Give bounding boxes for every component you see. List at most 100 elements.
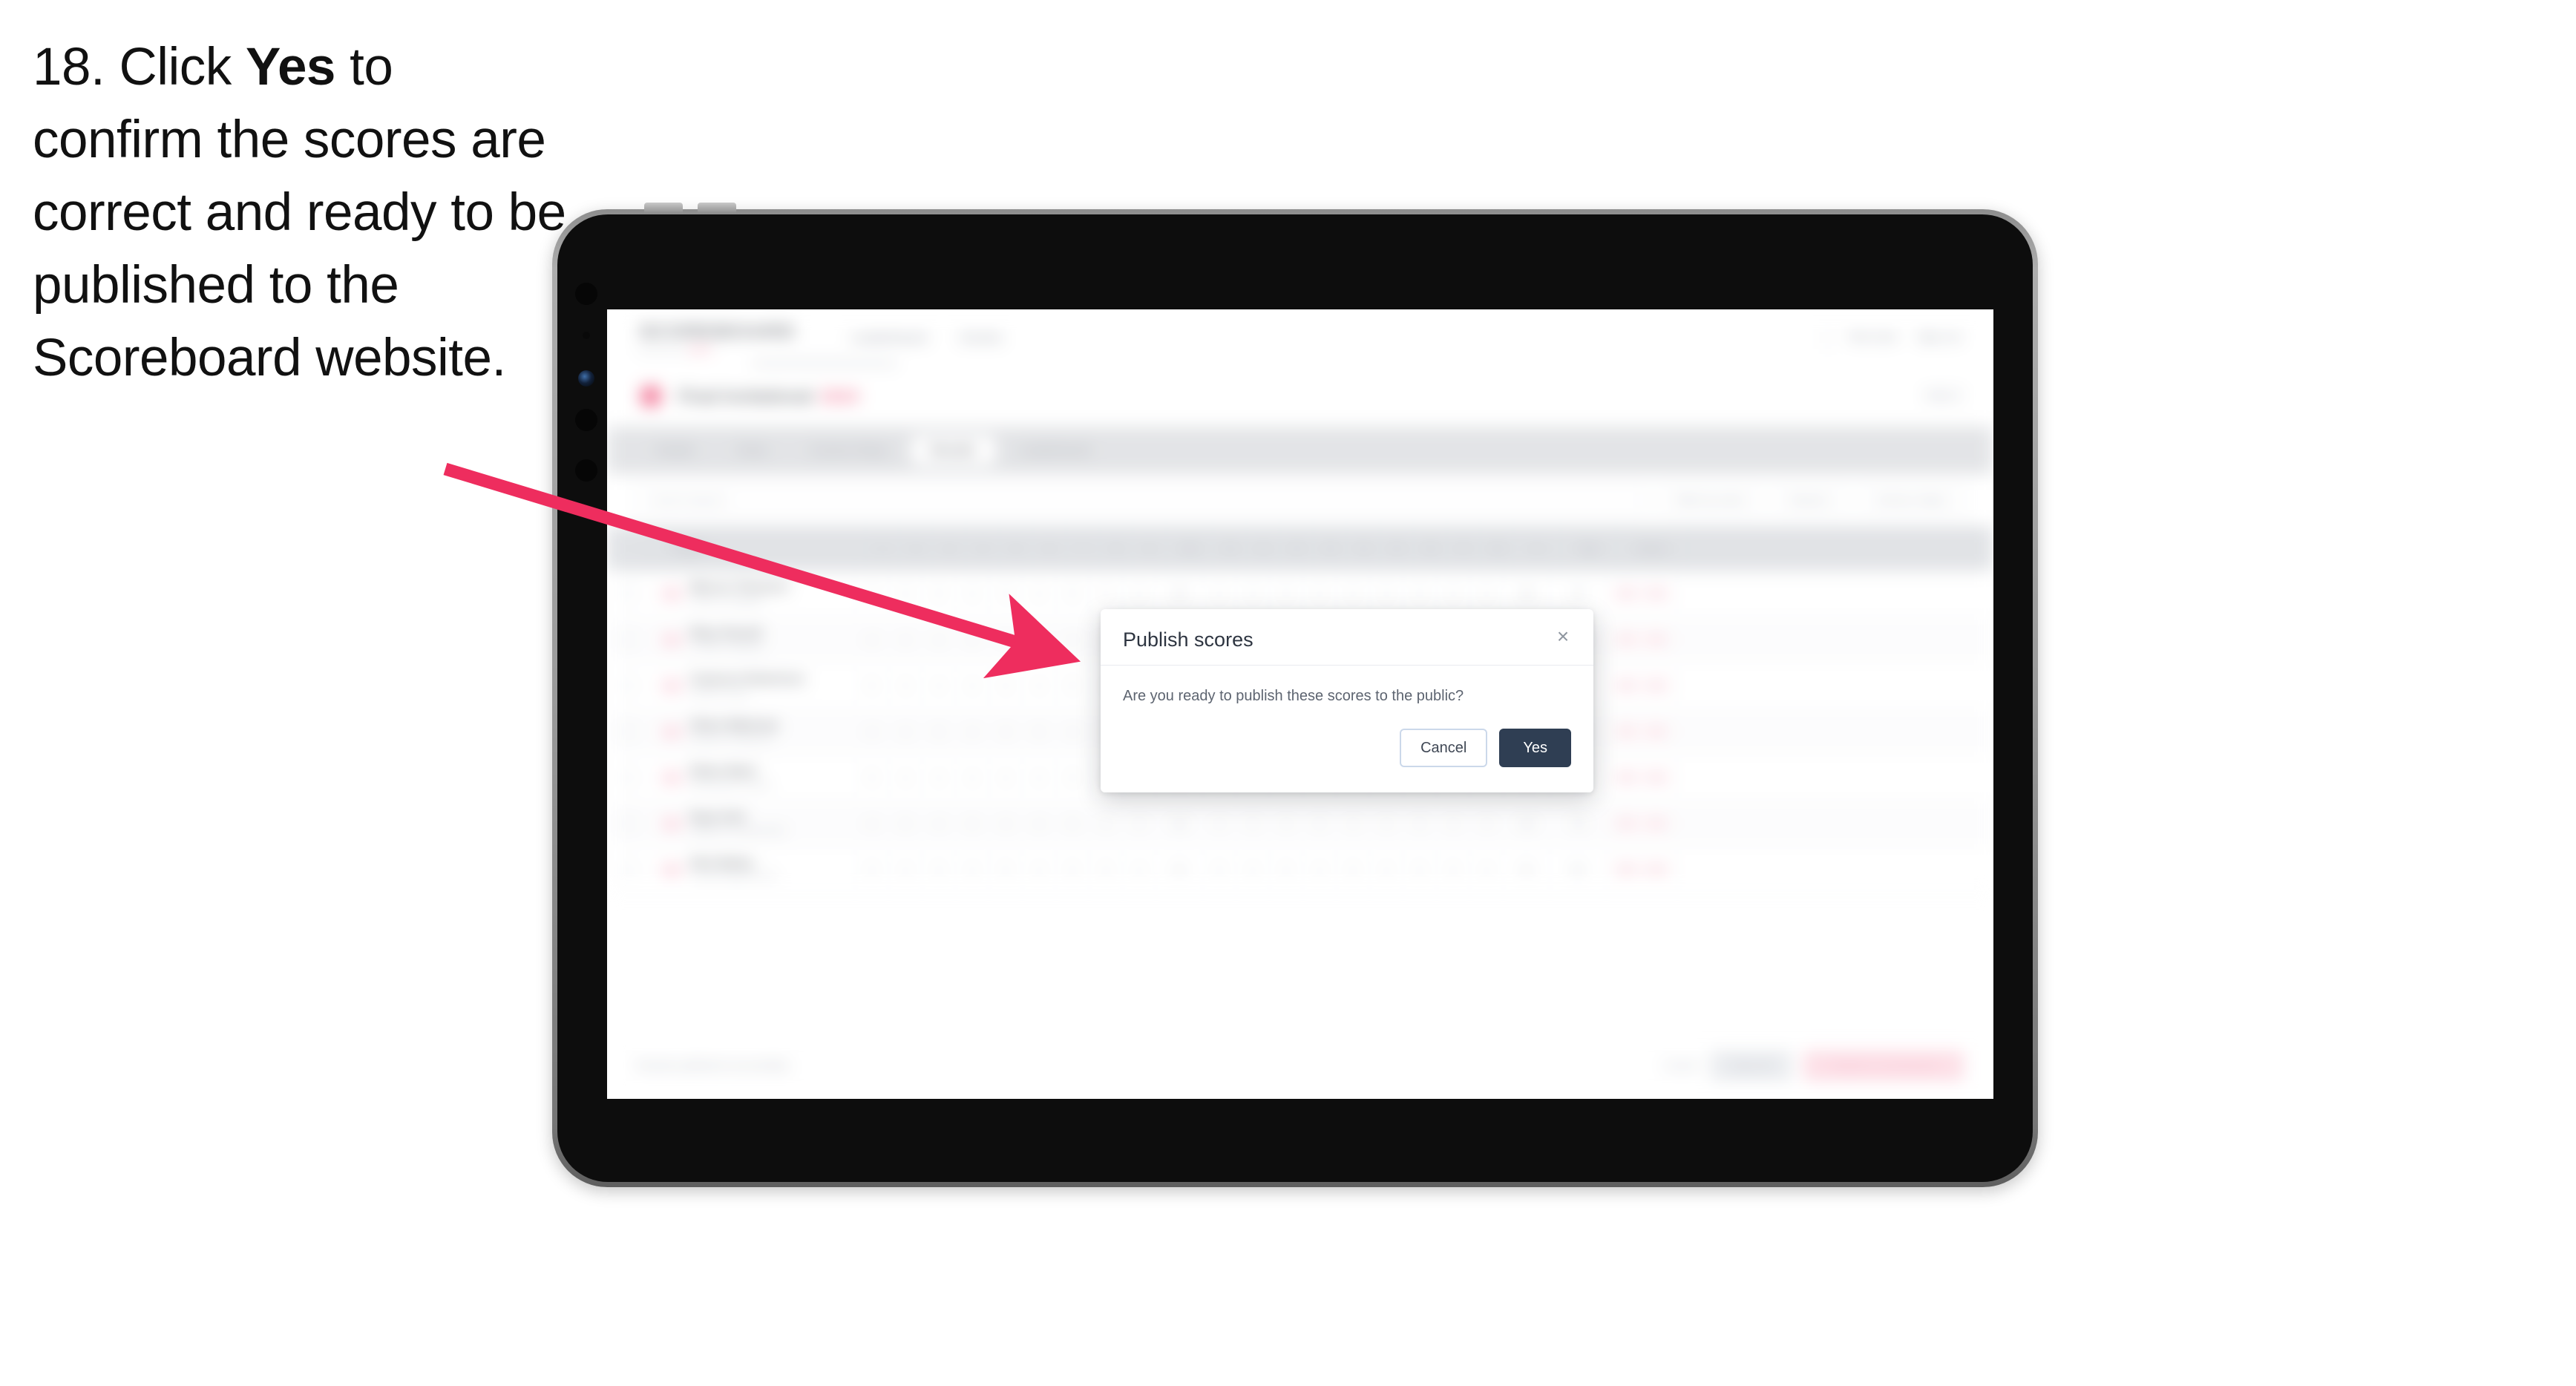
score-cell[interactable]: 4 [1023, 571, 1056, 617]
score-cell[interactable]: 4 [1023, 847, 1056, 893]
tab-course-setup[interactable]: Course Setup [791, 436, 907, 465]
row-select-cell[interactable] [607, 815, 649, 832]
row-action-button[interactable]: Edit [1613, 770, 1639, 785]
row-action-button[interactable]: Void [1642, 632, 1670, 647]
score-cell[interactable]: 4 [1470, 801, 1504, 847]
column-header[interactable]: 5 [1000, 526, 1033, 571]
row-action-button[interactable]: Void [1642, 770, 1670, 785]
row-select-cell[interactable] [607, 631, 649, 648]
score-cell[interactable]: 3 [989, 617, 1023, 663]
score-cell[interactable]: 4 [989, 663, 1023, 709]
score-cell[interactable]: 5 [1023, 709, 1056, 755]
score-cell[interactable]: 4 [1337, 801, 1370, 847]
user-name-label[interactable]: Test User [1848, 331, 1898, 344]
score-cell[interactable]: 4 [1123, 847, 1156, 893]
row-checkbox[interactable] [620, 815, 636, 832]
score-cell[interactable]: 4 [1056, 709, 1089, 755]
score-cell[interactable]: 3 [889, 663, 922, 709]
score-cell[interactable]: 4 [1470, 847, 1504, 893]
search-input[interactable]: Search players [637, 485, 1648, 515]
score-cell[interactable]: 5 [1303, 801, 1337, 847]
score-cell[interactable]: 4 [889, 617, 922, 663]
select-all-cell[interactable] [607, 540, 649, 556]
score-cell[interactable]: 4 [1023, 663, 1056, 709]
column-header[interactable]: 11 [1247, 526, 1280, 571]
score-cell[interactable]: 4 [989, 801, 1023, 847]
score-cell[interactable]: 5 [1236, 801, 1270, 847]
column-header[interactable]: Out [1167, 526, 1213, 571]
score-cell[interactable]: 4 [922, 801, 956, 847]
score-cell[interactable]: 4 [1203, 801, 1236, 847]
score-cell[interactable]: 4 [1303, 847, 1337, 893]
row-checkbox[interactable] [620, 677, 636, 694]
row-select-cell[interactable] [607, 723, 649, 740]
score-cell[interactable]: 5 [922, 847, 956, 893]
score-cell[interactable]: 4 [1023, 755, 1056, 801]
row-action-button[interactable]: Edit [1613, 678, 1639, 693]
row-action-button[interactable]: Edit [1613, 632, 1639, 647]
cancel-button[interactable]: Cancel [1400, 729, 1488, 767]
row-select-cell[interactable] [607, 677, 649, 694]
save-all-button[interactable]: Save all [1711, 1050, 1792, 1081]
score-cell[interactable]: 40 [1156, 801, 1203, 847]
score-cell[interactable]: 4 [1370, 847, 1403, 893]
score-cell[interactable]: 5 [1056, 755, 1089, 801]
column-header[interactable]: Actions [1616, 526, 1688, 571]
column-header[interactable]: 14 [1347, 526, 1380, 571]
row-select-cell[interactable] [607, 585, 649, 602]
score-cell[interactable]: 4 [956, 847, 989, 893]
row-checkbox[interactable] [620, 723, 636, 740]
column-header[interactable]: In [1514, 526, 1561, 571]
tab-details[interactable]: Details [637, 436, 714, 465]
column-header[interactable]: 13 [1314, 526, 1347, 571]
score-cell[interactable]: 4 [856, 709, 889, 755]
row-action-button[interactable]: Void [1642, 678, 1670, 693]
column-header[interactable]: 15 [1380, 526, 1414, 571]
filter-by-event-button[interactable]: Filter by event [1659, 485, 1762, 515]
score-cell[interactable]: 4 [956, 709, 989, 755]
score-cell[interactable]: 5 [1089, 847, 1123, 893]
score-cell[interactable]: 4 [1270, 801, 1303, 847]
row-action-button[interactable]: Void [1642, 724, 1670, 739]
nav-item-events[interactable]: Events [961, 330, 1002, 346]
score-cell[interactable]: 4 [1437, 801, 1470, 847]
score-cell[interactable]: 5 [1056, 571, 1089, 617]
score-cell[interactable]: 4 [956, 755, 989, 801]
column-header[interactable]: 2 [899, 526, 933, 571]
score-cell[interactable]: 5 [1437, 847, 1470, 893]
sort-select[interactable]: Sort by: Name [1860, 485, 1964, 515]
score-cell[interactable]: 79 [1550, 801, 1606, 847]
column-header[interactable]: 12 [1280, 526, 1314, 571]
score-cell[interactable]: 5 [956, 801, 989, 847]
score-cell[interactable]: 5 [1337, 847, 1370, 893]
volume-up-button[interactable] [644, 203, 683, 213]
score-cell[interactable]: 4 [1236, 847, 1270, 893]
row-action-button[interactable]: Void [1642, 586, 1670, 601]
volume-down-button[interactable] [698, 203, 736, 213]
footer-cancel-link[interactable]: Cancel [1664, 1060, 1699, 1072]
score-cell[interactable]: 5 [856, 663, 889, 709]
round-select[interactable]: Round 1 [1773, 485, 1849, 515]
column-header[interactable]: 4 [966, 526, 1000, 571]
column-header[interactable]: Player [649, 526, 866, 571]
score-cell[interactable]: 41 [1504, 847, 1550, 893]
row-action-button[interactable]: Void [1642, 862, 1670, 877]
column-header[interactable]: Total [1561, 526, 1616, 571]
score-cell[interactable]: 4 [1370, 801, 1403, 847]
column-header[interactable]: 17 [1447, 526, 1481, 571]
row-select-cell[interactable] [607, 861, 649, 878]
score-cell[interactable]: 5 [1056, 847, 1089, 893]
score-cell[interactable]: 5 [989, 847, 1023, 893]
score-cell[interactable]: 4 [889, 755, 922, 801]
brand-logo[interactable]: SCOREBOARD powered by sport [640, 321, 796, 354]
row-checkbox[interactable] [620, 861, 636, 878]
score-cell[interactable]: 3 [989, 709, 1023, 755]
row-action-button[interactable]: Edit [1613, 862, 1639, 877]
column-header[interactable]: 18 [1481, 526, 1514, 571]
score-cell[interactable]: 3 [889, 571, 922, 617]
score-cell[interactable]: 5 [1403, 847, 1437, 893]
score-cell[interactable]: 5 [1123, 801, 1156, 847]
row-checkbox[interactable] [620, 631, 636, 648]
score-cell[interactable]: 4 [889, 847, 922, 893]
score-cell[interactable]: 4 [1023, 617, 1056, 663]
